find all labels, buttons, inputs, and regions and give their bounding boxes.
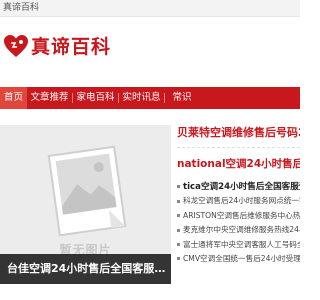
headline-top[interactable]: 贝莱特空调维修售后号码24小时丨全国 xyxy=(177,125,300,141)
list-item-text: 科龙空调售后24小时服务网点统一客服热线 xyxy=(183,196,300,206)
headline-second[interactable]: national空调24小时售后全国客服受理中心 xyxy=(177,156,300,172)
heart-logo-icon xyxy=(4,35,28,57)
featured-caption[interactable]: 台佳空调24小时售后全国客服受理中心 xyxy=(7,261,167,277)
divider xyxy=(177,147,300,148)
news-list: tica空调24小时售后全国客服受理中心实时 科龙空调售后24小时服务网点统一客… xyxy=(177,180,300,266)
list-item-text: 麦克维尔中央空调维修服务热线24小时客服维修 xyxy=(183,225,300,235)
nav-item-news[interactable]: 实时讯息 xyxy=(119,87,164,109)
list-item[interactable]: CMV空调全国统一售后24小时受理客服中心服务 xyxy=(177,252,300,266)
list-item-text: 富士通将军中央空调客服人工号码全国统一400客 xyxy=(183,239,300,249)
bullet-icon xyxy=(177,214,180,218)
nav-item-knowledge[interactable]: 常识 xyxy=(165,87,199,109)
list-item[interactable]: 科龙空调售后24小时服务网点统一客服热线 xyxy=(177,194,300,208)
bullet-icon xyxy=(177,228,180,232)
list-item[interactable]: ARISTON空调售后维修服务中心热线号码（ARIST xyxy=(177,209,300,223)
site-name: 真谛百科 xyxy=(31,36,112,58)
featured-caption-bar: 台佳空调24小时售后全国客服受理中心 xyxy=(0,254,171,284)
list-item-text: CMV空调全国统一售后24小时受理客服中心服务 xyxy=(183,253,300,263)
list-item[interactable]: tica空调24小时售后全国客服受理中心实时 xyxy=(177,180,300,194)
main-nav: 首页 文章推荐 家电百科 实时讯息 常识 xyxy=(0,87,300,109)
featured-article[interactable]: 暂无图片 台佳空调24小时售后全国客服受理中心 xyxy=(0,125,171,284)
nav-item-articles[interactable]: 文章推荐 xyxy=(27,87,72,109)
top-bar-title: 真谛百科 xyxy=(3,3,40,13)
image-placeholder-icon xyxy=(47,145,127,237)
top-bar: 真谛百科 xyxy=(0,0,300,17)
nav-item-home[interactable]: 首页 xyxy=(0,87,27,109)
list-item-text: tica空调24小时售后全国客服受理中心实时 xyxy=(183,182,300,192)
bullet-icon xyxy=(177,185,180,188)
list-item-text: ARISTON空调售后维修服务中心热线号码（ARIST xyxy=(183,210,300,220)
bullet-icon xyxy=(177,243,180,247)
bullet-icon xyxy=(177,257,180,261)
nav-item-appliances[interactable]: 家电百科 xyxy=(73,87,118,109)
site-logo[interactable]: 真谛百科 xyxy=(3,34,143,60)
list-item[interactable]: 富士通将军中央空调客服人工号码全国统一400客 xyxy=(177,238,300,252)
bullet-icon xyxy=(177,199,180,203)
list-item[interactable]: 麦克维尔中央空调维修服务热线24小时客服维修 xyxy=(177,223,300,237)
